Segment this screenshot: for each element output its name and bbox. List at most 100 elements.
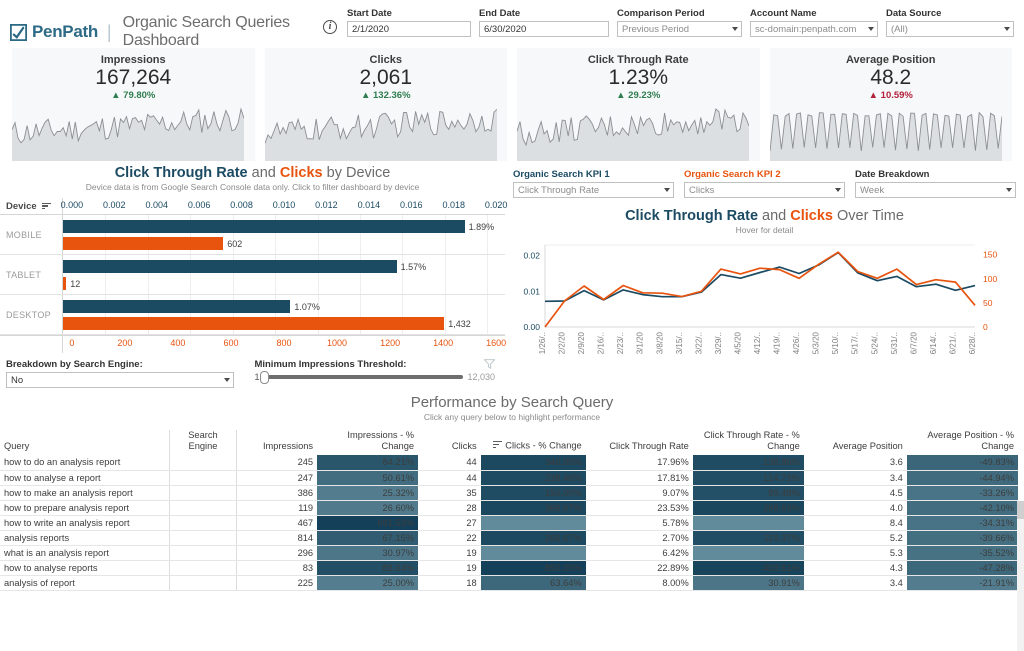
svg-text:3/8/20: 3/8/20 bbox=[655, 331, 664, 354]
device-row-tablet[interactable]: TABLET 1.57% 12 bbox=[0, 255, 505, 295]
search-engine-select[interactable]: No bbox=[6, 372, 235, 388]
title-kpi2: Clicks bbox=[279, 165, 323, 181]
svg-text:6/7/20: 6/7/20 bbox=[909, 331, 918, 354]
clicks-bar[interactable] bbox=[63, 277, 67, 290]
funnel-icon[interactable] bbox=[484, 359, 495, 369]
device-bottom-tick: 200 bbox=[117, 338, 133, 348]
kpi-card-average-position[interactable]: Average Position 48.2 ▲ 10.59% bbox=[769, 48, 1012, 161]
table-header-average-position-change[interactable]: Average Position - % Change bbox=[907, 430, 1018, 455]
slider-track[interactable] bbox=[260, 371, 464, 384]
info-icon[interactable]: i bbox=[323, 20, 337, 34]
cell-impressions-change: 88.64% bbox=[317, 560, 419, 576]
table-row[interactable]: how to do an analysis report 245 84.21% 44 3… bbox=[0, 455, 1018, 471]
date-breakdown-select[interactable]: Week bbox=[855, 182, 1016, 198]
data-source-select[interactable]: (All) bbox=[886, 21, 1014, 37]
page-title: Organic Search Queries Dashboard bbox=[122, 14, 290, 49]
cell-ctr: 2.70% bbox=[585, 530, 693, 546]
threshold-min: 1 bbox=[254, 372, 260, 382]
kpi2-select[interactable]: Clicks bbox=[684, 182, 845, 198]
kpi-card-impressions[interactable]: Impressions 167,264 ▲ 79.80% bbox=[12, 48, 255, 161]
cell-impressions-change: 25.32% bbox=[317, 485, 419, 501]
filter-label: Comparison Period bbox=[617, 8, 705, 19]
slider-handle[interactable] bbox=[260, 371, 270, 384]
ctr-bar[interactable] bbox=[63, 260, 397, 273]
table-header-search-engine[interactable]: Search Engine bbox=[169, 430, 237, 455]
clicks-bar[interactable] bbox=[63, 237, 224, 250]
svg-text:4/26/..: 4/26/.. bbox=[792, 332, 801, 354]
cell-query: analysis of report bbox=[0, 575, 170, 591]
kpi-card-clicks[interactable]: Clicks 2,061 ▲ 132.36% bbox=[264, 48, 507, 161]
kpi1-select[interactable]: Click Through Rate bbox=[513, 182, 674, 198]
cell-search-engine bbox=[169, 500, 237, 516]
table-header-impressions-change[interactable]: Impressions - % Change bbox=[317, 430, 418, 455]
cell-clicks: 28 bbox=[418, 500, 481, 516]
kpi-title: Clicks bbox=[369, 54, 402, 66]
cell-average-position-change: -44.94% bbox=[906, 470, 1018, 486]
comparison-period-select[interactable]: Previous Period bbox=[617, 21, 742, 37]
brand-name: PenPath bbox=[32, 22, 98, 41]
filter-end-date: End Date 6/30/2020 bbox=[479, 8, 609, 37]
svg-text:0.01: 0.01 bbox=[523, 286, 540, 296]
date-breakdown-selector: Date Breakdown Week bbox=[855, 169, 1016, 198]
sort-icon[interactable] bbox=[41, 201, 51, 211]
start-date-input[interactable]: 2/1/2020 bbox=[347, 21, 471, 37]
table-header-clicks-change[interactable]: Clicks - % Change bbox=[481, 430, 586, 455]
threshold-max: 12,030 bbox=[467, 372, 495, 382]
table-row[interactable]: how to write an analysis report 467 691.53… bbox=[0, 515, 1018, 531]
cell-query: how to analyse reports bbox=[0, 560, 170, 576]
device-top-tick: 0.002 bbox=[103, 199, 126, 210]
cell-clicks-change bbox=[480, 545, 586, 561]
threshold-slider[interactable]: 1 12,030 bbox=[254, 371, 495, 384]
header-bar: PenPath | Organic Search Queries Dashboa… bbox=[0, 0, 1024, 49]
table-header-click-through-rate[interactable]: Click Through Rate bbox=[586, 430, 693, 455]
table-header-impressions[interactable]: Impressions bbox=[235, 430, 318, 455]
cell-ctr-change: 268.63% bbox=[692, 500, 804, 516]
table-row[interactable]: how to analyse reports 83 88.64% 19 850.00% 2… bbox=[0, 560, 1018, 576]
select-value: Clicks bbox=[689, 184, 715, 196]
table-scrollbar-track[interactable] bbox=[1017, 501, 1024, 651]
cell-search-engine bbox=[169, 575, 237, 591]
account-name-select[interactable]: sc-domain:penpath.com bbox=[750, 21, 878, 37]
svg-text:0.02: 0.02 bbox=[523, 251, 540, 261]
clicks-bar[interactable] bbox=[63, 317, 445, 330]
end-date-input[interactable]: 6/30/2020 bbox=[479, 21, 609, 37]
cell-ctr: 8.00% bbox=[585, 575, 693, 591]
table-scrollbar-thumb[interactable] bbox=[1017, 501, 1024, 519]
table-header-click-through-rate-change[interactable]: Click Through Rate - % Change bbox=[693, 430, 804, 455]
timeseries-chart[interactable]: 0.00 0.01 0.02 0 50 100 150 1/26/.. 2/2/20 2/9/20… bbox=[505, 237, 1024, 377]
device-bottom-tick: 1600 bbox=[486, 338, 507, 348]
cell-impressions-change: 84.21% bbox=[317, 455, 419, 471]
cell-clicks-change: 340.00% bbox=[480, 455, 586, 471]
cell-search-engine bbox=[169, 545, 237, 561]
cell-impressions-change: 691.53% bbox=[317, 515, 419, 531]
performance-table: Query Search Engine Impressions Impressions… bbox=[0, 430, 1018, 591]
cell-clicks: 27 bbox=[418, 515, 481, 531]
kpi-title: Click Through Rate bbox=[587, 54, 689, 66]
sort-descending-icon[interactable] bbox=[493, 440, 503, 452]
table-row[interactable]: what is an analysis report 296 30.97% 19 6.4… bbox=[0, 545, 1018, 561]
select-value: Previous Period bbox=[622, 23, 690, 35]
table-header-query[interactable]: Query bbox=[0, 430, 170, 455]
table-header-clicks[interactable]: Clicks bbox=[418, 430, 481, 455]
kpi-value: 48.2 bbox=[870, 66, 912, 89]
cell-impressions: 467 bbox=[235, 515, 318, 531]
table-row[interactable]: how to prepare analysis report 119 26.60% 2… bbox=[0, 500, 1018, 516]
cell-average-position: 4.5 bbox=[803, 485, 907, 501]
svg-text:4/5/20: 4/5/20 bbox=[734, 331, 743, 354]
table-header-average-position[interactable]: Average Position bbox=[804, 430, 907, 455]
device-row-mobile[interactable]: MOBILE 1.89% 602 bbox=[0, 215, 505, 255]
device-axis-header[interactable]: Device bbox=[0, 201, 62, 212]
table-row[interactable]: how to make an analysis report 386 25.32% 3… bbox=[0, 485, 1018, 501]
ctr-bar[interactable] bbox=[63, 220, 465, 233]
filter-comparison-period: Comparison Period Previous Period bbox=[617, 8, 742, 37]
kpi1-selector: Organic Search KPI 1 Click Through Rate bbox=[513, 169, 674, 198]
table-row[interactable]: how to analyse a report 247 50.61% 44 238.46… bbox=[0, 470, 1018, 486]
table-row[interactable]: analysis of report 225 25.00% 18 63.64% 8.00%… bbox=[0, 575, 1018, 591]
device-bars: 1.89% 602 bbox=[62, 215, 505, 254]
ctr-bar[interactable] bbox=[63, 300, 291, 313]
device-row-desktop[interactable]: DESKTOP 1.07% 1,432 bbox=[0, 295, 505, 335]
cell-ctr-change bbox=[692, 545, 804, 561]
table-row[interactable]: analysis reports 814 67.15% 22 266.67% 2.70% 1… bbox=[0, 530, 1018, 546]
kpi-card-click-through-rate[interactable]: Click Through Rate 1.23% ▲ 29.23% bbox=[517, 48, 760, 161]
device-chart-subtitle: Device data is from Google Search Consol… bbox=[85, 182, 420, 192]
